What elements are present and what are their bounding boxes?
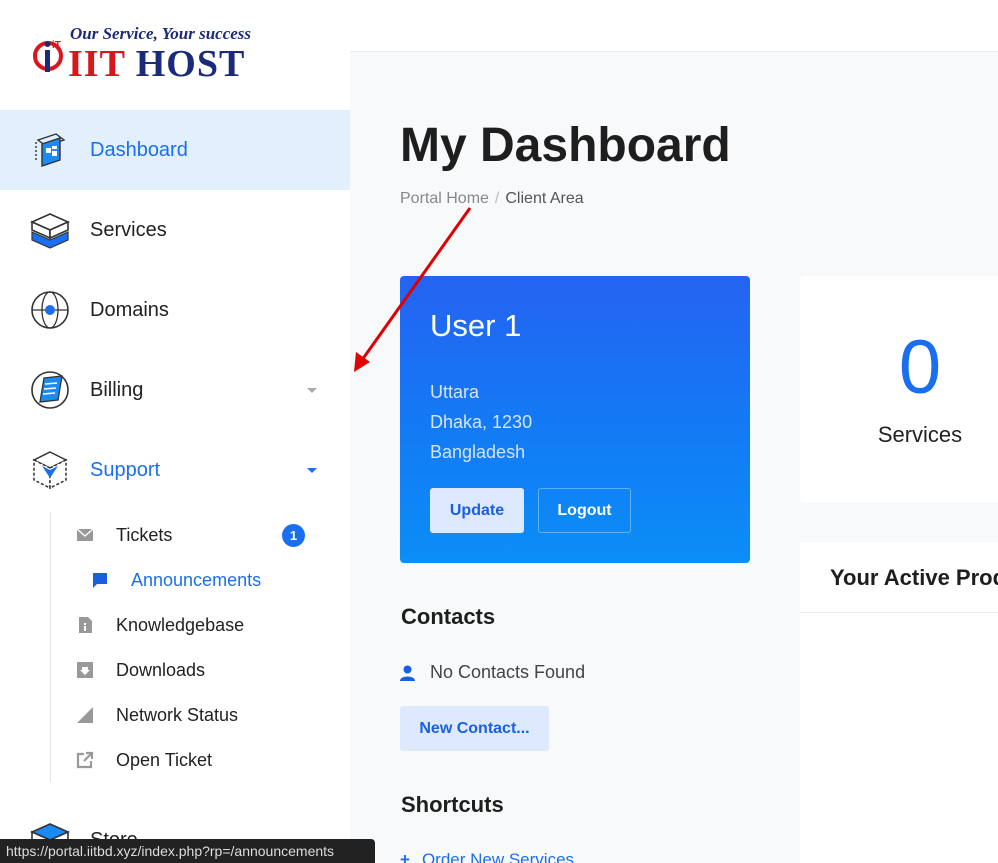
address-line: Dhaka, 1230 (430, 412, 533, 432)
subnav-item-label: Network Status (116, 704, 239, 725)
brand-name-red: IIT (68, 43, 126, 85)
sidebar-item-domains[interactable]: Domains (0, 270, 350, 350)
breadcrumb-portal-home[interactable]: Portal Home (400, 190, 489, 207)
subnav-item-network-status[interactable]: Network Status (76, 700, 316, 730)
subnav-item-label: Knowledgebase (116, 614, 245, 635)
active-products-title: Your Active Prod (830, 565, 998, 590)
subnav-item-downloads[interactable]: Downloads (76, 655, 316, 685)
brand-logo[interactable]: iT Our Service, Your success IIT HOST (30, 22, 280, 86)
logout-button[interactable]: Logout (538, 488, 631, 533)
svg-text:iT: iT (52, 40, 61, 51)
services-stat-label: Services (877, 422, 963, 447)
brand-name: IIT HOST (68, 42, 245, 86)
new-contact-button[interactable]: New Contact... (400, 706, 549, 751)
active-products-card: Your Active Prod (800, 542, 998, 863)
support-icon (32, 451, 68, 490)
subnav-item-knowledgebase[interactable]: Knowledgebase (76, 610, 316, 640)
browser-status-url: https://portal.iitbd.xyz/index.php?rp=/a… (0, 839, 375, 863)
subnav-item-label: Tickets (116, 524, 173, 545)
subnav-item-label: Open Ticket (116, 749, 213, 770)
sidebar-item-label: Dashboard (90, 138, 188, 161)
subnav-item-label: Downloads (116, 659, 206, 680)
chevron-down-icon (307, 388, 317, 393)
breadcrumb-separator: / (494, 190, 500, 207)
sidebar-item-label: Support (90, 458, 161, 481)
shortcuts-title: Shortcuts (401, 792, 504, 817)
sidebar-item-services[interactable]: Services (0, 190, 350, 270)
subnav-divider (50, 512, 51, 782)
chevron-down-icon (307, 468, 317, 473)
external-link-icon (76, 751, 94, 769)
user-icon (400, 665, 415, 681)
sidebar-item-support[interactable]: Support (0, 430, 350, 510)
brand-tagline: Our Service, Your success (70, 24, 252, 43)
envelope-icon (76, 528, 94, 541)
breadcrumb-current: Client Area (505, 190, 584, 207)
signal-icon (77, 707, 93, 723)
sidebar-item-label: Billing (90, 378, 144, 401)
comment-icon (93, 573, 107, 588)
logo-mark-icon: iT (33, 40, 63, 72)
document-icon (79, 617, 92, 633)
services-icon (30, 213, 70, 249)
download-icon (77, 662, 93, 678)
sidebar-item-billing[interactable]: Billing (0, 350, 350, 430)
active-products-header: Your Active Prod (800, 542, 998, 613)
subnav-item-tickets[interactable]: Tickets 1 (76, 520, 316, 550)
page-title: My Dashboard (400, 119, 731, 172)
sidebar: iT Our Service, Your success IIT HOST Da… (0, 0, 350, 863)
sidebar-item-dashboard[interactable]: Dashboard (0, 110, 350, 190)
dashboard-icon (35, 133, 66, 167)
shortcut-order-new-services[interactable]: + Order New Services (400, 850, 574, 863)
plus-icon: + (400, 850, 410, 863)
brand-name-blue: HOST (135, 43, 246, 85)
domains-icon (31, 291, 69, 329)
update-button[interactable]: Update (430, 488, 524, 533)
sidebar-item-label: Domains (90, 298, 169, 321)
top-bar (350, 0, 998, 52)
billing-icon (31, 371, 69, 409)
address-line: Bangladesh (430, 442, 526, 462)
subnav-item-label: Announcements (131, 569, 262, 590)
user-name: User 1 (430, 308, 522, 343)
subnav-item-open-ticket[interactable]: Open Ticket (76, 745, 316, 775)
no-contacts-text: No Contacts Found (430, 662, 586, 682)
subnav-item-announcements[interactable]: Announcements (76, 565, 316, 595)
ticket-count-badge: 1 (282, 523, 305, 547)
services-count: 0 (898, 325, 942, 410)
contacts-title: Contacts (401, 604, 496, 629)
breadcrumb: Portal Home / Client Area (400, 190, 584, 208)
address-line: Uttara (430, 382, 480, 402)
user-info-card: User 1 Uttara Dhaka, 1230 Bangladesh Upd… (400, 276, 750, 563)
shortcut-label: Order New Services (421, 850, 575, 863)
sidebar-item-label: Services (90, 218, 167, 241)
